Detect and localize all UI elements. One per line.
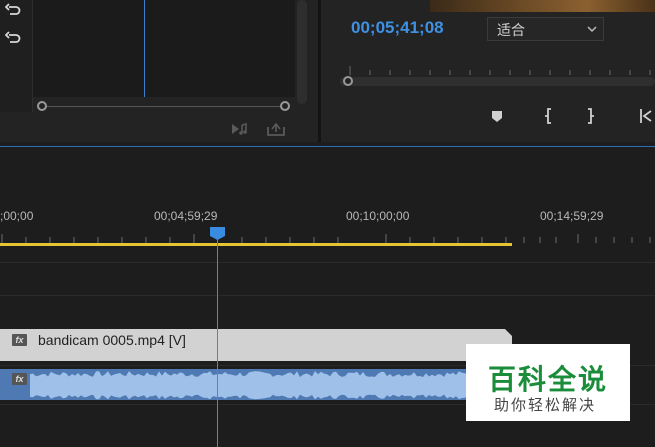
effect-controls-timeline [33,0,295,97]
play-audio-icon[interactable] [230,121,250,137]
track-divider [0,262,655,263]
playhead-handle[interactable] [209,226,226,241]
chevron-down-icon [587,26,597,33]
ruler-label: 00;10;00;00 [346,209,410,223]
reset-icon[interactable] [5,30,21,46]
ruler-label: 00;14;59;29 [540,209,604,223]
fx-badge: fx [12,373,27,385]
video-preview [430,0,655,12]
timeline-playhead-line[interactable] [217,232,218,447]
add-marker-icon[interactable] [489,107,505,125]
program-monitor-ruler[interactable] [340,62,655,76]
reset-icon[interactable] [5,2,21,18]
mark-out-icon[interactable] [583,107,599,125]
program-zoom-handle[interactable] [343,76,353,86]
audio-waveform [30,371,490,400]
mark-in-icon[interactable] [540,107,556,125]
video-clip-name: bandicam 0005.mp4 [V] [38,332,186,348]
watermark-title: 百科全说 [488,364,609,395]
program-monitor-scrollbar[interactable] [340,77,655,86]
export-frame-icon[interactable] [266,121,286,137]
zoom-handle-left[interactable] [37,101,47,111]
ruler-label: 00;04;59;29 [154,209,218,223]
fx-badge: fx [12,334,27,346]
zoom-fit-value: 适合 [497,22,525,38]
vertical-scrollbar[interactable] [297,0,307,104]
zoom-handle-right[interactable] [280,101,290,111]
effect-controls-zoom-bar[interactable] [42,106,286,107]
playhead-timecode[interactable]: 00;05;41;08 [351,18,444,38]
go-to-in-icon[interactable] [638,107,654,125]
ruler-label: ;00;00 [0,209,34,223]
effect-controls-playhead[interactable] [144,0,145,97]
watermark-subtitle: 助你轻松解决 [494,397,597,414]
track-divider [0,295,655,296]
work-area-bar[interactable] [0,243,512,246]
